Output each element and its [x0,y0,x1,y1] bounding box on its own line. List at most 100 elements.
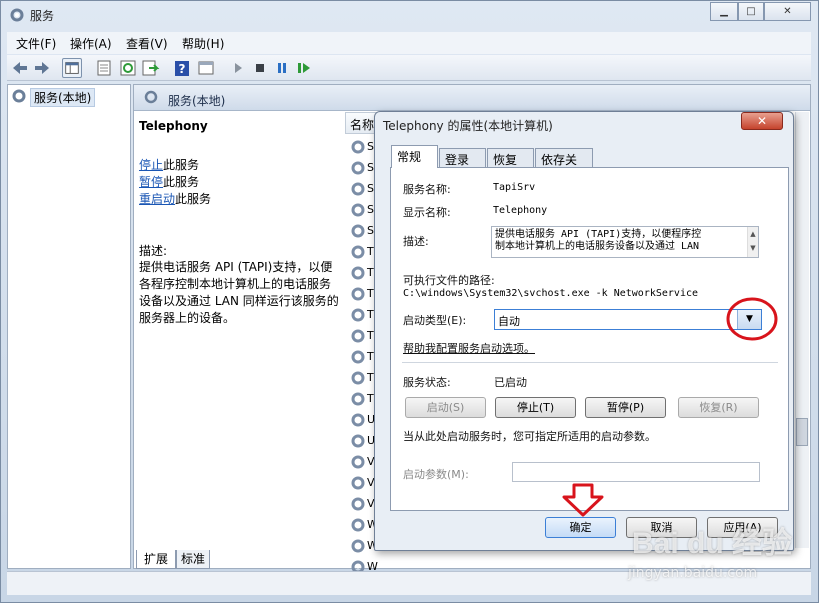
stop-service-icon[interactable] [250,58,270,78]
executable-path-label: 可执行文件的路径: [403,274,495,287]
service-name-label: 服务名称: [403,183,451,196]
startup-type-select[interactable]: 自动 ▼ [494,309,762,330]
menu-help[interactable]: 帮助(H) [182,35,224,52]
service-gear-icon [351,392,365,406]
column-header-label: 名称 [350,118,375,132]
service-gear-icon [351,140,365,154]
tab-logon[interactable]: 登录 [439,148,486,168]
service-list-row[interactable]: S [350,137,374,157]
menu-view[interactable]: 查看(V) [126,35,168,52]
description-line: 各程序控制本地计算机上的电话服务 [139,277,332,291]
service-list-initial: T [367,329,374,342]
action-restart-text: 此服务 [175,192,212,206]
service-list-row[interactable]: S [350,221,374,241]
dialog-close-button[interactable]: ✕ [741,112,783,130]
service-gear-icon [351,224,365,238]
action-stop[interactable]: 停止此服务 [139,156,199,173]
ok-button[interactable]: 确定 [545,517,616,538]
tab-standard[interactable]: 标准 [176,550,210,569]
help-icon[interactable]: ? [172,58,192,78]
start-service-icon[interactable] [228,58,248,78]
dialog-description-line: 提供电话服务 API (TAPI)支持，以便程序控 [495,229,702,240]
pause-service-icon[interactable] [272,58,292,78]
refresh-icon[interactable] [118,58,138,78]
service-gear-icon [351,413,365,427]
service-list-row[interactable]: U [350,410,375,430]
stop-button[interactable]: 停止(T) [495,397,576,418]
action-restart[interactable]: 重启动此服务 [139,190,211,207]
service-list-row[interactable]: T [350,284,374,304]
maximize-button[interactable]: □ [738,2,764,21]
service-list-row[interactable]: V [350,452,375,472]
tab-extended[interactable]: 扩展 [136,550,176,569]
service-gear-icon [351,497,365,511]
restart-service-icon[interactable] [294,58,314,78]
action-pause[interactable]: 暂停此服务 [139,173,199,190]
service-name-value: TapiSrv [493,182,536,193]
tab-general[interactable]: 常规 [391,145,438,169]
export-icon[interactable] [140,58,160,78]
dialog-description-box[interactable]: 提供电话服务 API (TAPI)支持，以便程序控 制本地计算机上的电话服务设备… [491,226,759,258]
pause-button[interactable]: 暂停(P) [585,397,666,418]
properties-icon[interactable] [94,58,114,78]
pause-link[interactable]: 暂停 [139,175,163,189]
start-button[interactable]: 启动(S) [405,397,486,418]
service-list-row[interactable]: T [350,389,374,409]
console-tree-icon[interactable] [62,58,82,78]
service-list-row[interactable]: S [350,179,374,199]
tree-item-services-local[interactable]: 服务(本地) [30,88,96,107]
service-list-initial: T [367,392,374,405]
action-stop-text: 此服务 [163,158,200,172]
service-list-initial: S [367,182,374,195]
service-list-row[interactable]: T [350,242,374,262]
service-list-initial: T [367,287,374,300]
service-list-row[interactable]: U [350,431,375,451]
service-list-row[interactable]: V [350,473,375,493]
service-list-row[interactable]: S [350,200,374,220]
service-list-row[interactable]: T [350,305,374,325]
service-list-row[interactable]: T [350,347,374,367]
startup-help-link[interactable]: 帮助我配置服务启动选项。 [403,340,535,356]
restart-link[interactable]: 重启动 [139,192,175,206]
back-arrow-icon[interactable] [10,58,30,78]
stop-link[interactable]: 停止 [139,158,163,172]
view-icon[interactable] [196,58,216,78]
service-status-value: 已启动 [494,376,527,389]
service-list-row[interactable]: S [350,158,374,178]
service-list-row[interactable]: T [350,368,374,388]
service-list-row[interactable]: V [350,494,375,514]
service-list-row[interactable]: T [350,326,374,346]
menu-action[interactable]: 操作(A) [70,35,112,52]
service-gear-icon [351,455,365,469]
column-header-name[interactable]: 名称 [345,112,377,134]
minimize-button[interactable]: ▁ [710,2,738,21]
service-list-row[interactable]: T [350,263,374,283]
service-gear-icon [351,287,365,301]
close-window-button[interactable]: ✕ [764,2,811,21]
vertical-scrollbar[interactable] [795,112,809,548]
divider [402,362,778,363]
display-name-value: Telephony [493,205,548,216]
watermark-url: jingyan.baidu.com [628,565,758,581]
service-list-initial: T [367,371,374,384]
service-list-initial: S [367,140,374,153]
action-pause-text: 此服务 [163,175,200,189]
service-gear-icon [351,161,365,175]
svg-text:?: ? [179,62,186,76]
tab-dependencies[interactable]: 依存关系 [535,148,593,184]
service-gear-icon [351,434,365,448]
menu-file[interactable]: 文件(F) [16,35,56,52]
service-gear-icon [351,371,365,385]
display-name-label: 显示名称: [403,206,451,219]
description-scroll-arrows[interactable]: ▲ ▼ [747,227,758,257]
tab-recovery[interactable]: 恢复 [487,148,534,168]
service-list-row[interactable]: W [350,515,378,535]
baidu-watermark: Bai du 经验 [632,527,793,560]
start-parameters-input[interactable] [512,462,760,482]
forward-arrow-icon[interactable] [32,58,52,78]
service-list-row[interactable]: W [350,536,378,556]
resume-button[interactable]: 恢复(R) [678,397,759,418]
start-parameters-hint: 当从此处启动服务时，您可指定所适用的启动参数。 [403,430,656,443]
scrollbar-thumb[interactable] [796,418,808,446]
service-gear-icon [351,245,365,259]
